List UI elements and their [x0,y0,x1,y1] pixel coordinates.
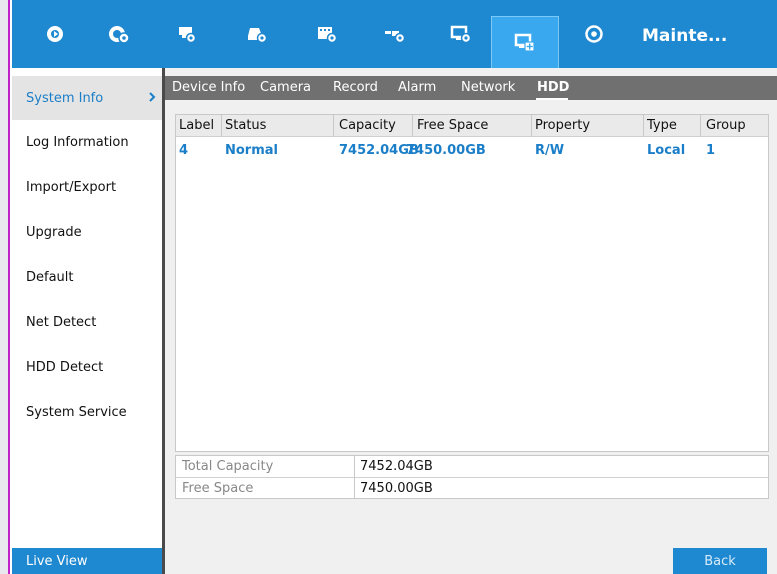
tab-device-info[interactable]: Device Info [172,80,245,95]
active-tab-indicator [536,98,568,100]
maintenance-icon[interactable] [491,16,559,68]
menu-title[interactable]: Mainte... [642,26,727,46]
live-view-button[interactable]: Live View [12,548,162,574]
sidebar-item-system-info[interactable]: System Info [12,76,162,120]
cell-free-space: 7450.00GB [406,143,486,158]
tab-bar: Device Info Camera Record Alarm Network … [165,76,777,100]
sidebar-item-hdd-detect[interactable]: HDD Detect [12,345,162,389]
sidebar-item-label: HDD Detect [26,359,104,375]
sidebar-item-net-detect[interactable]: Net Detect [12,300,162,344]
sidebar-item-log-information[interactable]: Log Information [12,120,162,164]
total-capacity-value: 7452.04GB [360,459,433,474]
tab-network[interactable]: Network [461,80,515,95]
column-header-free-space[interactable]: Free Space [417,118,488,133]
column-separator [531,115,532,137]
main-menu-bar: Mainte... [12,0,777,68]
capacity-summary: Total Capacity 7452.04GB Free Space 7450… [175,455,769,499]
summary-row-free: Free Space 7450.00GB [176,477,768,498]
sidebar-item-import-export[interactable]: Import/Export [12,165,162,209]
hdd-table: Label Status Capacity Free Space Propert… [175,114,769,452]
chevron-right-icon [148,91,156,106]
column-header-status[interactable]: Status [225,118,266,133]
record-settings-icon[interactable] [162,0,212,68]
sidebar-item-label: Log Information [26,134,129,150]
monitor-settings-icon[interactable] [436,0,486,68]
playback-icon[interactable] [30,0,80,68]
sidebar-item-label: Default [26,269,74,285]
window-edge [0,0,10,574]
tab-hdd[interactable]: HDD [537,80,569,95]
column-header-label[interactable]: Label [179,118,214,133]
sidebar-item-system-service[interactable]: System Service [12,390,162,434]
column-header-type[interactable]: Type [647,118,677,133]
column-separator [643,115,644,137]
storage-settings-icon[interactable] [232,0,282,68]
camera-settings-icon[interactable] [94,0,144,68]
sidebar-item-default[interactable]: Default [12,255,162,299]
network-settings-icon[interactable] [370,0,420,68]
column-header-property[interactable]: Property [535,118,590,133]
sidebar-item-label: System Service [26,404,127,420]
sidebar-item-upgrade[interactable]: Upgrade [12,210,162,254]
sidebar: System Info Log Information Import/Expor… [12,68,162,574]
cell-type: Local [647,143,686,158]
film-settings-icon[interactable] [302,0,352,68]
cell-property: R/W [535,143,565,158]
free-space-label: Free Space [182,481,254,496]
power-icon[interactable] [574,0,614,68]
cell-group: 1 [706,143,716,158]
summary-separator [354,456,355,498]
back-button[interactable]: Back [673,548,767,574]
column-separator [700,115,701,137]
table-row[interactable]: 4 Normal 7452.04GB 7450.00GB R/W Local 1 [176,138,768,162]
column-separator [333,115,334,137]
tab-camera[interactable]: Camera [260,80,311,95]
main-content: Device Info Camera Record Alarm Network … [165,68,777,574]
sidebar-item-label: System Info [26,90,104,106]
free-space-value: 7450.00GB [360,481,433,496]
sidebar-item-label: Net Detect [26,314,97,330]
table-header: Label Status Capacity Free Space Propert… [176,115,768,137]
cell-label: 4 [179,143,189,158]
tab-alarm[interactable]: Alarm [398,80,436,95]
total-capacity-label: Total Capacity [182,459,274,474]
sidebar-item-label: Upgrade [26,224,82,240]
column-separator [221,115,222,137]
cell-status: Normal [225,143,278,158]
sidebar-item-label: Import/Export [26,179,117,195]
tab-record[interactable]: Record [333,80,378,95]
column-header-group[interactable]: Group [706,118,746,133]
summary-row-total: Total Capacity 7452.04GB [176,456,768,477]
column-separator [412,115,413,137]
column-header-capacity[interactable]: Capacity [339,118,396,133]
